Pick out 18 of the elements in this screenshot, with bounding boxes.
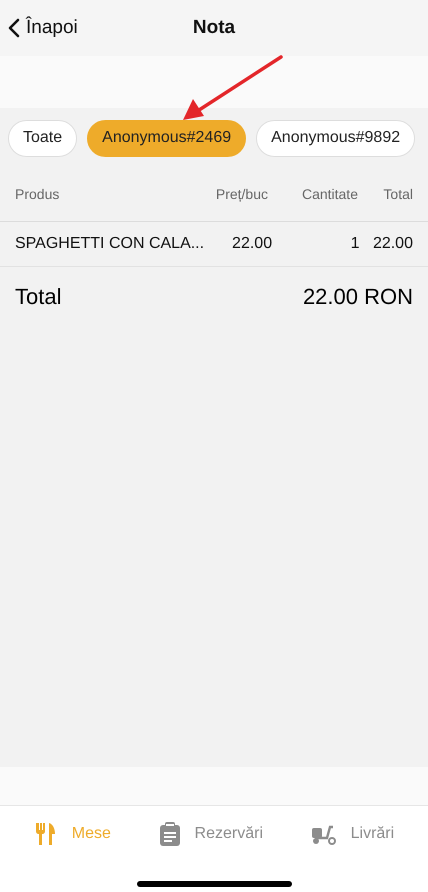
filter-chip[interactable]: Toate: [8, 120, 78, 156]
screen-title: Nota: [192, 16, 236, 40]
table-cell-text: SPAGHETTI CON CALA...: [15, 234, 204, 254]
filter-chip[interactable]: Anonymous#9892: [256, 120, 416, 156]
table-cell-text: 22.00: [231, 234, 272, 254]
fork-knife-icon: [34, 822, 58, 846]
table-cell-text: 1: [350, 234, 360, 254]
filter-chip[interactable]: Anonymous#2469: [87, 120, 246, 156]
column-header: Total: [382, 185, 413, 204]
column-header: Cantitate: [300, 185, 358, 204]
back-button[interactable]: Înapoi: [8, 14, 78, 42]
total-amount: 22.00 RON: [302, 282, 413, 310]
total-label: Total: [15, 282, 62, 310]
column-header: Preț/buc: [214, 185, 268, 204]
chevron-left-icon: [8, 18, 20, 38]
clipboard-icon: [158, 822, 181, 846]
table-cell-text: 22.00: [372, 234, 413, 254]
column-header: Produs: [15, 185, 60, 204]
